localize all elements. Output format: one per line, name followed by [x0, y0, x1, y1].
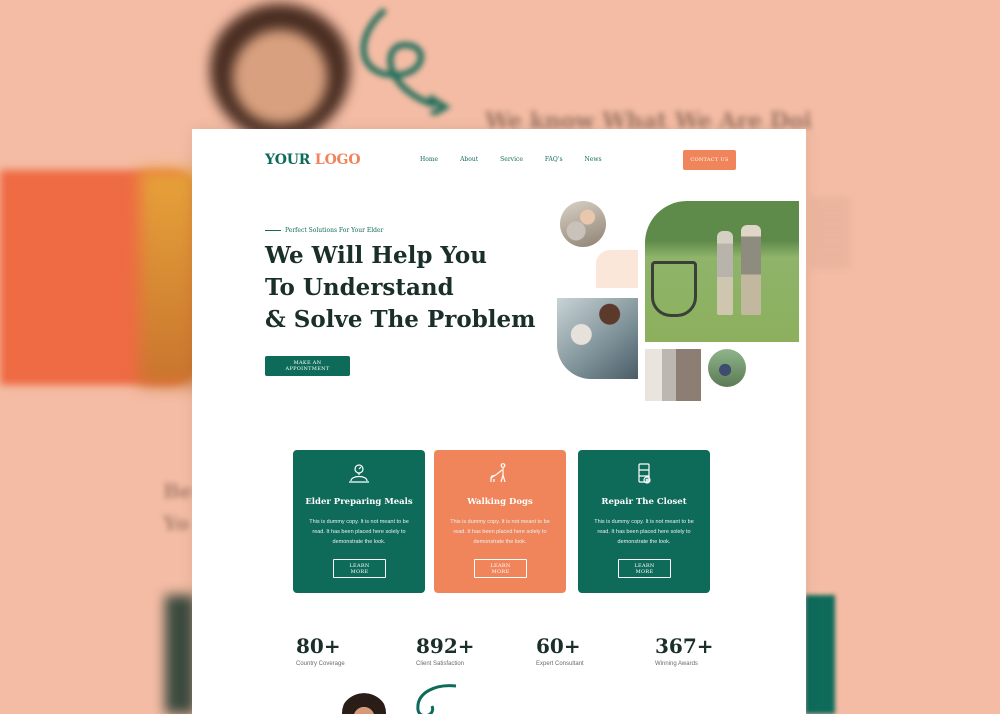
feature-text: This is dummy copy. It is not meant to b… [594, 519, 694, 545]
hero-title-line: We Will Help You [265, 242, 487, 269]
make-appointment-button[interactable]: MAKE AN APPOINTMENT [265, 356, 350, 376]
stat-client-satisfaction: 892+ Client Satisfaction [416, 634, 475, 667]
site-logo[interactable]: YOUR LOGO [265, 152, 361, 168]
stat-value: 892+ [416, 634, 475, 658]
contact-us-button[interactable]: CONTACT US [683, 150, 736, 170]
stat-value: 367+ [655, 634, 714, 658]
background-person [140, 170, 200, 385]
elder-figure [741, 225, 761, 315]
logo-text-accent: LOGO [314, 152, 361, 168]
stat-label: Winning Awards [655, 661, 698, 667]
feature-title: Walking Dogs [467, 497, 533, 507]
background-right-text [810, 200, 850, 270]
stat-value: 80+ [296, 634, 341, 658]
feature-title: Repair The Closet [601, 497, 687, 507]
learn-more-button[interactable]: LEARN MORE [474, 559, 527, 578]
kicker-line [265, 230, 281, 231]
feature-text: This is dummy copy. It is not meant to b… [450, 519, 550, 545]
logo-text-primary: YOUR [265, 152, 311, 168]
feature-title: Elder Preparing Meals [305, 497, 413, 507]
photo-caregiver-reading [557, 298, 638, 379]
hero-title: We Will Help You To Understand & Solve T… [265, 240, 565, 336]
meal-cloche-icon [349, 464, 369, 483]
stat-label: Client Satisfaction [416, 661, 465, 667]
elder-figure [717, 231, 733, 315]
kicker-text: Perfect Solutions For Your Elder [285, 227, 384, 234]
learn-more-button[interactable]: LEARN MORE [333, 559, 386, 578]
background-portrait [210, 0, 350, 140]
hero-title-line: & Solve The Problem [265, 306, 536, 333]
hero-title-line: To Understand [265, 274, 454, 301]
feature-text: This is dummy copy. It is not meant to b… [309, 519, 409, 545]
photo-elder-couple-walking [645, 201, 799, 342]
stat-country-coverage: 80+ Country Coverage [296, 634, 345, 667]
stat-expert-consultant: 60+ Expert Consultant [536, 634, 584, 667]
background-green-panel [805, 595, 835, 714]
background-dark-panel [165, 595, 195, 714]
stat-label: Country Coverage [296, 661, 345, 667]
nav-faqs[interactable]: FAQ's [545, 156, 563, 163]
learn-more-button[interactable]: LEARN MORE [618, 559, 671, 578]
wheelchair-shape [651, 261, 697, 317]
photo-caregiver-meal [560, 201, 606, 247]
background-left-text-line: Be [163, 479, 193, 503]
decorative-peach-block [596, 250, 638, 288]
nav-service[interactable]: Service [500, 156, 523, 163]
background-left-text-line: Yo [163, 511, 189, 535]
dog-walking-icon [490, 463, 506, 483]
stat-winning-awards: 367+ Winning Awards [655, 634, 714, 667]
main-nav: Home About Service FAQ's News [420, 156, 624, 163]
nav-about[interactable]: About [460, 156, 478, 163]
hero-kicker: Perfect Solutions For Your Elder [265, 227, 383, 234]
landing-page-card: YOUR LOGO Home About Service FAQ's News … [192, 129, 806, 714]
nav-news[interactable]: News [585, 156, 602, 163]
photo-park-walk [708, 349, 746, 387]
nav-home[interactable]: Home [420, 156, 438, 163]
closet-repair-icon [638, 463, 651, 484]
testimonial-portrait [342, 691, 386, 714]
stat-label: Expert Consultant [536, 661, 584, 667]
photo-stair-assist [645, 349, 701, 401]
stat-value: 60+ [536, 634, 581, 658]
feature-card-closet: Repair The Closet This is dummy copy. It… [578, 450, 710, 593]
background-left-text: Be Yo [163, 475, 193, 539]
background-swirl-arrow [360, 7, 451, 115]
feature-card-meals: Elder Preparing Meals This is dummy copy… [293, 450, 425, 593]
swirl-decoration-icon [416, 684, 457, 714]
feature-card-dogs: Walking Dogs This is dummy copy. It is n… [434, 450, 566, 593]
